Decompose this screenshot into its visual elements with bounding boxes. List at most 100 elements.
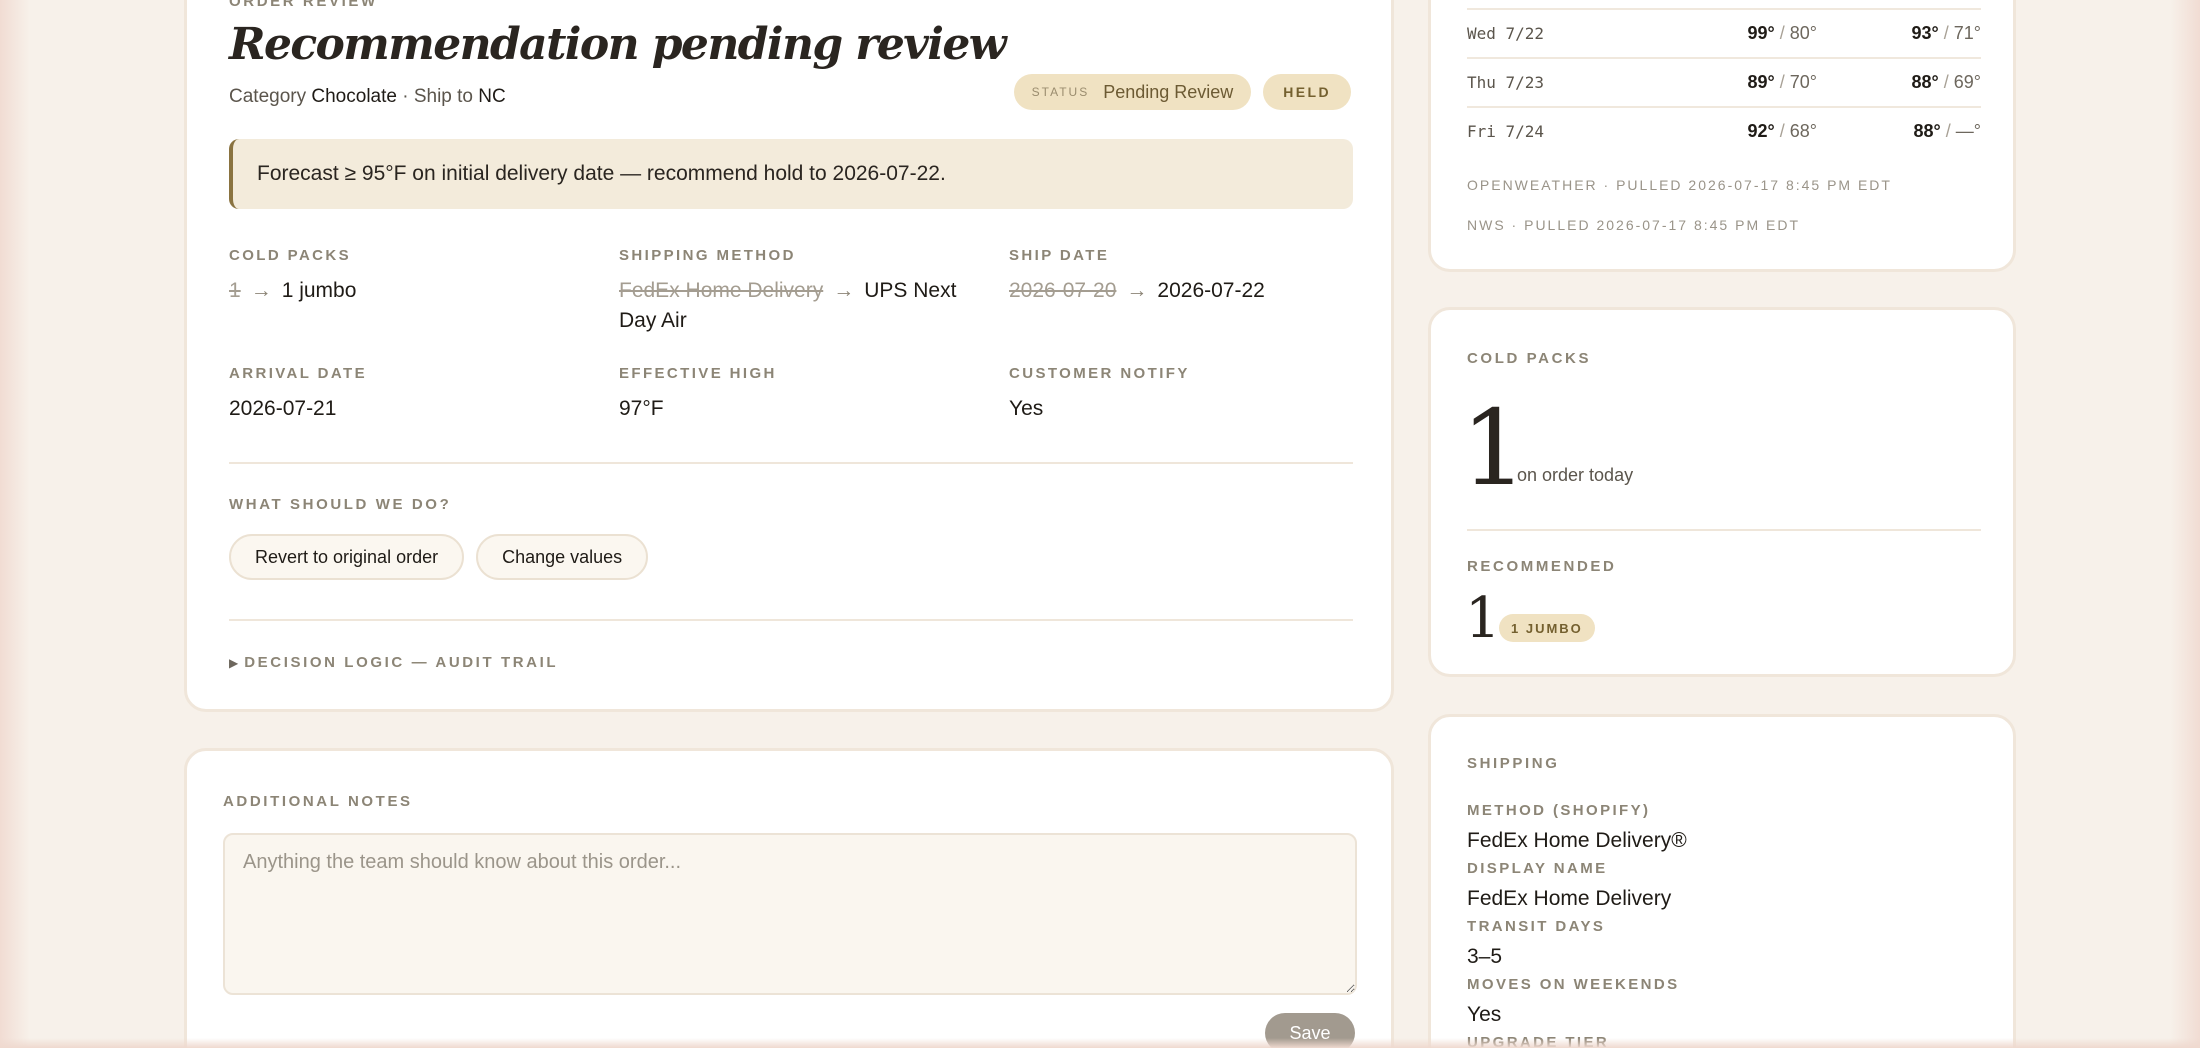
revert-button[interactable]: Revert to original order (229, 534, 465, 580)
separator: / (1943, 23, 1949, 43)
category-label: Category (229, 86, 307, 107)
forecast-b: 88° / 69° (1817, 72, 1981, 93)
disclosure-triangle-icon: ▶ (229, 655, 239, 670)
arrow-icon: → (1126, 279, 1148, 302)
weather-row: Fri 7/24 92° / 68° 88° / —° (1467, 106, 1981, 155)
high-temp: 93° (1911, 23, 1939, 43)
forecast-alert: Forecast ≥ 95°F on initial delivery date… (229, 139, 1353, 209)
field-arrival-date: ARRIVAL DATE 2026-07-21 (229, 365, 609, 424)
action-buttons: Revert to original order Change values (229, 534, 649, 580)
recommended-badge: 1 JUMBO (1499, 614, 1595, 642)
field-effective-high: EFFECTIVE HIGH 97°F (619, 365, 999, 424)
save-button[interactable]: Save (1265, 1013, 1355, 1048)
low-temp: —° (1955, 121, 1981, 141)
field-label: ARRIVAL DATE (229, 365, 367, 382)
shipping-display-name: DISPLAY NAME FedEx Home Delivery (1467, 860, 1671, 911)
weather-row: Thu 7/23 89° / 70° 88° / 69° (1467, 57, 1981, 106)
shipping-value: 3–5 (1467, 945, 1503, 968)
review-card: ORDER REVIEW Recommendation pending revi… (184, 0, 1394, 712)
field-customer-notify: CUSTOMER NOTIFY Yes (1009, 365, 1389, 424)
forecast-b: 93° / 71° (1817, 23, 1981, 44)
on-order-text: on order today (1517, 465, 1634, 485)
field-label: SHIP DATE (1009, 247, 1110, 264)
field-shipping-method: SHIPPING METHOD FedEx Home Delivery → UPS … (619, 247, 999, 336)
status-row: STATUS Pending Review HELD (1013, 74, 1351, 110)
old-value: 2026-07-20 (1009, 279, 1117, 302)
audit-trail-toggle[interactable]: ▶ DECISION LOGIC — AUDIT TRAIL (229, 654, 558, 671)
notes-textarea[interactable] (223, 833, 1357, 995)
recommended-count: 1 (1465, 586, 1501, 651)
field-label: SHIPPING METHOD (619, 247, 796, 264)
status-badge: STATUS Pending Review (1013, 74, 1252, 110)
new-value: 2026-07-22 (1157, 279, 1265, 302)
shipping-key: DISPLAY NAME (1467, 860, 1608, 877)
shipping-key: METHOD (SHOPIFY) (1467, 802, 1651, 819)
arrow-icon: → (250, 279, 272, 302)
shipping-value: FedEx Home Delivery (1467, 887, 1672, 910)
on-order-count: 1 (1461, 387, 1528, 509)
shipping-weekends: MOVES ON WEEKENDS Yes (1467, 976, 1680, 1027)
field-label: CUSTOMER NOTIFY (1009, 365, 1190, 382)
weather-source: OPENWEATHER · PULLED 2026-07-17 8:45 PM … (1467, 177, 1892, 193)
shipping-transit-days: TRANSIT DAYS 3–5 (1467, 918, 1605, 969)
ship-to-label: · Ship to (402, 86, 473, 107)
separator: / (1779, 72, 1785, 92)
old-value: 1 (229, 279, 241, 302)
shipping-key: TRANSIT DAYS (1467, 918, 1606, 935)
field-value: 2026-07-21 (229, 397, 337, 420)
low-temp: 71° (1953, 23, 1981, 43)
weather-source: NWS · PULLED 2026-07-17 8:45 PM EDT (1467, 217, 1800, 233)
separator: / (1943, 72, 1949, 92)
forecast-a: 99° / 80° (1657, 23, 1817, 44)
recommended-label: RECOMMENDED (1467, 558, 1617, 575)
shipping-value: Yes (1467, 1003, 1502, 1026)
notes-card: ADDITIONAL NOTES Save (184, 748, 1394, 1048)
field-value: 2026-07-20 → 2026-07-22 (1009, 276, 1389, 306)
category-value: Chocolate (311, 86, 397, 107)
divider (229, 462, 1353, 464)
high-temp: 99° (1747, 23, 1775, 43)
forecast-a: 89° / 70° (1657, 72, 1817, 93)
page-title: Recommendation pending review (229, 19, 1007, 70)
shipping-key: UPGRADE TIER (1467, 1034, 1610, 1048)
notes-label: ADDITIONAL NOTES (223, 793, 413, 810)
high-temp: 89° (1747, 72, 1775, 92)
field-value: Yes (1009, 397, 1044, 420)
old-value: FedEx Home Delivery (619, 279, 824, 302)
field-value: 1 → 1 jumbo (229, 276, 609, 306)
review-eyebrow: ORDER REVIEW (229, 0, 378, 10)
cold-packs-label: COLD PACKS (1467, 350, 1592, 367)
field-value: 97°F (619, 397, 664, 420)
forecast-b: 88° / —° (1817, 121, 1981, 142)
new-value: 1 jumbo (281, 279, 357, 302)
change-values-button[interactable]: Change values (476, 534, 649, 580)
separator: / (1779, 121, 1785, 141)
question-label: WHAT SHOULD WE DO? (229, 496, 452, 513)
separator: / (1945, 121, 1951, 141)
separator: / (1779, 23, 1785, 43)
order-subline: Category Chocolate · Ship to NC (229, 86, 506, 108)
shipping-card: SHIPPING METHOD (SHOPIFY) FedEx Home Del… (1428, 714, 2016, 1048)
forecast-a: 92° / 68° (1657, 121, 1817, 142)
weather-card: Wed 7/22 99° / 80° 93° / 71° Thu 7/23 89… (1428, 0, 2016, 272)
shipping-key: MOVES ON WEEKENDS (1467, 976, 1680, 993)
low-temp: 80° (1789, 23, 1817, 43)
weather-row: Wed 7/22 99° / 80° 93° / 71° (1467, 8, 1981, 57)
field-label: EFFECTIVE HIGH (619, 365, 777, 382)
weather-day: Fri 7/24 (1467, 122, 1545, 141)
field-label: COLD PACKS (229, 247, 352, 264)
field-value: FedEx Home Delivery → UPS Next Day Air (619, 276, 999, 336)
audit-trail-label: DECISION LOGIC — AUDIT TRAIL (244, 654, 559, 671)
arrow-icon: → (833, 279, 855, 302)
weather-day: Thu 7/23 (1467, 73, 1545, 92)
status-value: Pending Review (1103, 81, 1234, 102)
cold-packs-card: COLD PACKS 1 on order today RECOMMENDED … (1428, 307, 2016, 677)
shipping-upgrade-tier: UPGRADE TIER (1467, 1034, 1609, 1048)
divider (1467, 529, 1981, 531)
shipping-value: FedEx Home Delivery® (1467, 829, 1687, 852)
held-badge: HELD (1263, 74, 1351, 110)
page-edge-right (2170, 0, 2200, 1048)
high-temp: 88° (1913, 121, 1941, 141)
ship-to-value: NC (478, 86, 506, 107)
low-temp: 68° (1789, 121, 1817, 141)
